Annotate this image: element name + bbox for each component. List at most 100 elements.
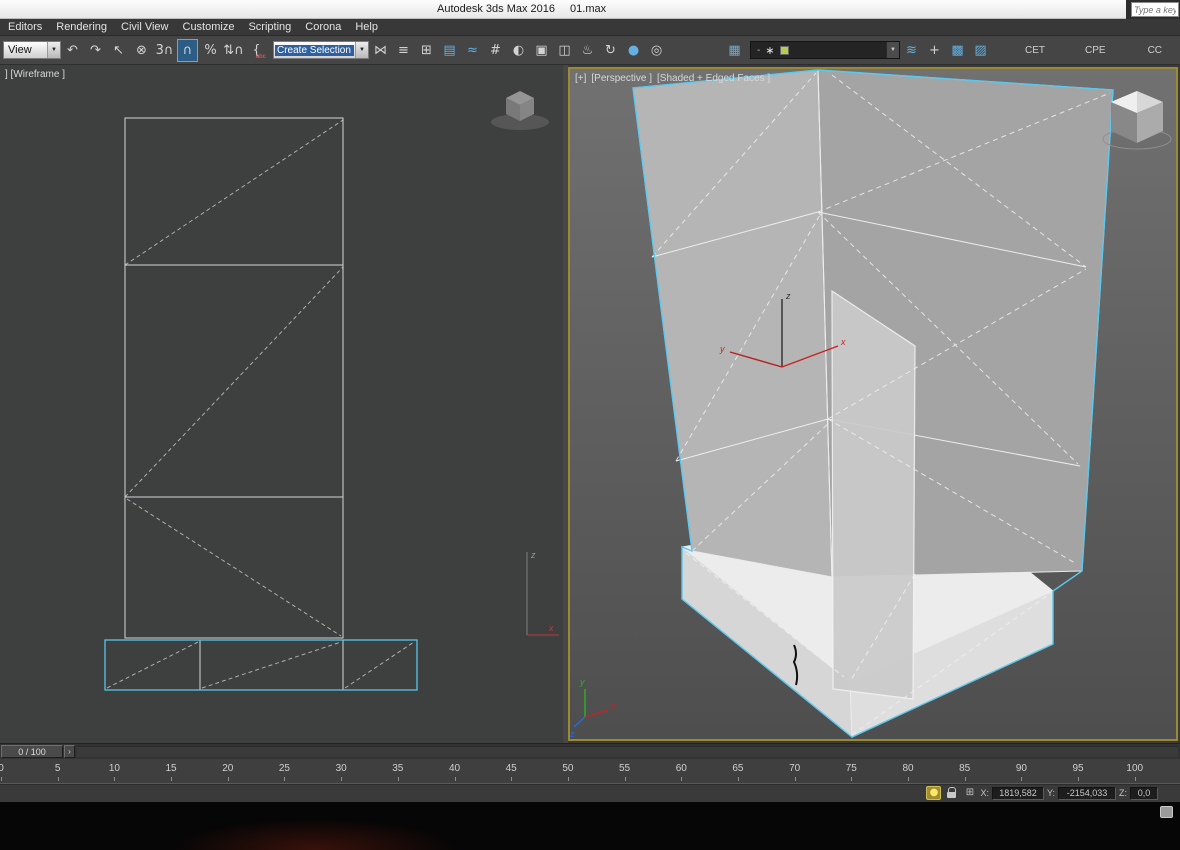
viewport-pov-label[interactable]: [Perspective ] bbox=[591, 73, 652, 84]
star-icon: ∗ bbox=[765, 44, 774, 57]
frame-tick: 60 bbox=[674, 759, 688, 783]
mirror-icon[interactable]: ⋈ bbox=[370, 39, 391, 62]
z-label: Z: bbox=[1119, 788, 1127, 798]
modeling-ribbon-icon[interactable]: ▦ bbox=[724, 39, 745, 62]
dash-glyph: - bbox=[757, 45, 760, 56]
menu-civil-view[interactable]: Civil View bbox=[114, 20, 175, 34]
coordinate-display: ● ⊞ X: 1819,582 Y: -2154,033 Z: 0,0 bbox=[926, 786, 1158, 800]
perspective-viewport-canvas[interactable]: z x y y x z bbox=[570, 69, 1176, 739]
search-input[interactable] bbox=[1131, 2, 1179, 17]
y-label: Y: bbox=[1047, 788, 1055, 798]
material-editor-icon[interactable]: ◐ bbox=[508, 39, 529, 62]
curve-editor-icon[interactable]: ≈ bbox=[462, 39, 483, 62]
frame-tick: 55 bbox=[618, 759, 632, 783]
spinner-snap-icon[interactable]: ⇅∩ bbox=[223, 39, 244, 62]
viewport-shading-label[interactable]: [Shaded + Edged Faces ] bbox=[657, 73, 770, 84]
selection-lock-icon[interactable] bbox=[944, 786, 959, 800]
main-toolbar: View ▼ ↶ ↷ ↖ ⊗ bbox=[0, 36, 1180, 65]
svg-text:z: z bbox=[530, 550, 536, 560]
time-slider: 0 / 100 › bbox=[0, 743, 1180, 759]
frame-tick: 95 bbox=[1071, 759, 1085, 783]
svg-text:y: y bbox=[579, 677, 585, 687]
snaps-toggle-icon[interactable]: ∩ bbox=[177, 39, 198, 62]
time-slider-handle[interactable]: 0 / 100 bbox=[1, 745, 63, 758]
render-setup-icon[interactable]: ▣ bbox=[531, 39, 552, 62]
tray-icon[interactable] bbox=[1160, 806, 1173, 818]
toolbar-button-cet[interactable]: CET bbox=[1020, 41, 1050, 60]
track-bar[interactable]: 0510152025303540455055606570758085909510… bbox=[0, 759, 1180, 784]
window-title: Autodesk 3ds Max 2016 01.max bbox=[437, 3, 606, 15]
chevron-down-icon: ▼ bbox=[355, 42, 368, 58]
toolbar-button-cc[interactable]: CC bbox=[1143, 41, 1167, 60]
corona-interactive-icon[interactable]: ● bbox=[623, 39, 644, 62]
world-axis-tripod: y x z bbox=[570, 677, 616, 739]
render-last-icon[interactable]: ◎ bbox=[646, 39, 667, 62]
viewport-shading-label[interactable]: ] [Wireframe ] bbox=[5, 69, 65, 80]
menu-bar: EditorsRenderingCivil ViewCustomizeScrip… bbox=[0, 19, 1180, 36]
status-bar: ● ⊞ X: 1819,582 Y: -2154,033 Z: 0,0 bbox=[0, 784, 1180, 801]
absolute-mode-icon[interactable]: ⊞ bbox=[962, 786, 977, 800]
frame-tick: 80 bbox=[901, 759, 915, 783]
front-viewport[interactable]: ] [Wireframe ] bbox=[0, 65, 563, 743]
z-coordinate-field[interactable]: 0,0 bbox=[1130, 787, 1158, 800]
bottom-bar bbox=[0, 802, 1180, 850]
svg-text:z: z bbox=[785, 291, 791, 301]
screen-glow bbox=[160, 816, 470, 850]
align-icon[interactable]: ≡ bbox=[393, 39, 414, 62]
frame-tick: 25 bbox=[277, 759, 291, 783]
percent-snap-icon[interactable]: % bbox=[200, 39, 221, 62]
title-bar: Autodesk 3ds Max 2016 01.max bbox=[0, 0, 1180, 19]
menu-scripting[interactable]: Scripting bbox=[241, 20, 298, 34]
next-frame-button[interactable]: › bbox=[64, 745, 75, 758]
keyboard-override-icon[interactable]: { abc bbox=[246, 39, 267, 62]
render-production-icon[interactable]: ♨ bbox=[577, 39, 598, 62]
layer-manager-icon[interactable]: ⊞ bbox=[416, 39, 437, 62]
viewcube-icon[interactable] bbox=[1103, 91, 1171, 149]
schematic-view-icon[interactable]: # bbox=[485, 39, 506, 62]
app-title: Autodesk 3ds Max 2016 bbox=[437, 3, 555, 15]
menu-editors[interactable]: Editors bbox=[1, 20, 49, 34]
menu-corona[interactable]: Corona bbox=[298, 20, 348, 34]
x-coordinate-field[interactable]: 1819,582 bbox=[992, 787, 1044, 800]
select-and-link-icon[interactable]: ↖ bbox=[108, 39, 129, 62]
svg-text:x: x bbox=[610, 701, 616, 711]
add-state-icon[interactable]: + bbox=[924, 39, 945, 62]
named-selection-dropdown[interactable]: Create Selection Se ▼ bbox=[273, 41, 369, 59]
file-name: 01.max bbox=[570, 3, 606, 15]
time-slider-track[interactable] bbox=[77, 746, 1178, 757]
y-coordinate-field[interactable]: -2154,033 bbox=[1058, 787, 1116, 800]
menu-rendering[interactable]: Rendering bbox=[49, 20, 114, 34]
frame-tick: 30 bbox=[334, 759, 348, 783]
frame-tick: 15 bbox=[164, 759, 178, 783]
menu-customize[interactable]: Customize bbox=[176, 20, 242, 34]
unlink-selection-icon[interactable]: ⊗ bbox=[131, 39, 152, 62]
menu-help[interactable]: Help bbox=[348, 20, 385, 34]
frame-tick: 85 bbox=[958, 759, 972, 783]
frame-tick: 0 bbox=[0, 759, 8, 783]
chevron-down-icon: ▼ bbox=[47, 42, 60, 58]
toolbar-button-cpe[interactable]: CPE bbox=[1080, 41, 1111, 60]
state-sets-icon[interactable]: ≋ bbox=[901, 39, 922, 62]
isolate-selection-icon[interactable]: ● bbox=[926, 786, 941, 800]
state-sets-dropdown[interactable]: - ∗ ▼ bbox=[750, 41, 900, 59]
toolbar-group-mid: ⋈ ≡ ⊞ ▤ ≈ # bbox=[369, 39, 668, 62]
snaps-toggle-3d-icon[interactable]: 3∩ bbox=[154, 39, 175, 62]
graphite-ribbon-icon[interactable]: ▤ bbox=[439, 39, 460, 62]
frame-tick: 10 bbox=[107, 759, 121, 783]
svg-text:x: x bbox=[840, 337, 846, 347]
render-iterative-icon[interactable]: ↻ bbox=[600, 39, 621, 62]
viewcube-icon[interactable] bbox=[491, 91, 549, 130]
render-elements-icon[interactable]: ▨ bbox=[970, 39, 991, 62]
rendered-frame-icon[interactable]: ◫ bbox=[554, 39, 575, 62]
x-label: X: bbox=[980, 788, 989, 798]
undo-icon[interactable]: ↶ bbox=[62, 39, 83, 62]
front-viewport-canvas[interactable]: z x bbox=[0, 65, 563, 743]
redo-icon[interactable]: ↷ bbox=[85, 39, 106, 62]
frame-tick: 100 bbox=[1128, 759, 1142, 783]
frame-tick: 40 bbox=[448, 759, 462, 783]
edit-state-icon[interactable]: ▩ bbox=[947, 39, 968, 62]
viewport-layout-dropdown[interactable]: View ▼ bbox=[3, 41, 61, 59]
viewport-menu-button[interactable]: [+] bbox=[575, 73, 586, 84]
named-selection-value: Create Selection Se bbox=[275, 45, 354, 56]
perspective-viewport[interactable]: [+] [Perspective ] [Shaded + Edged Faces… bbox=[568, 67, 1178, 741]
